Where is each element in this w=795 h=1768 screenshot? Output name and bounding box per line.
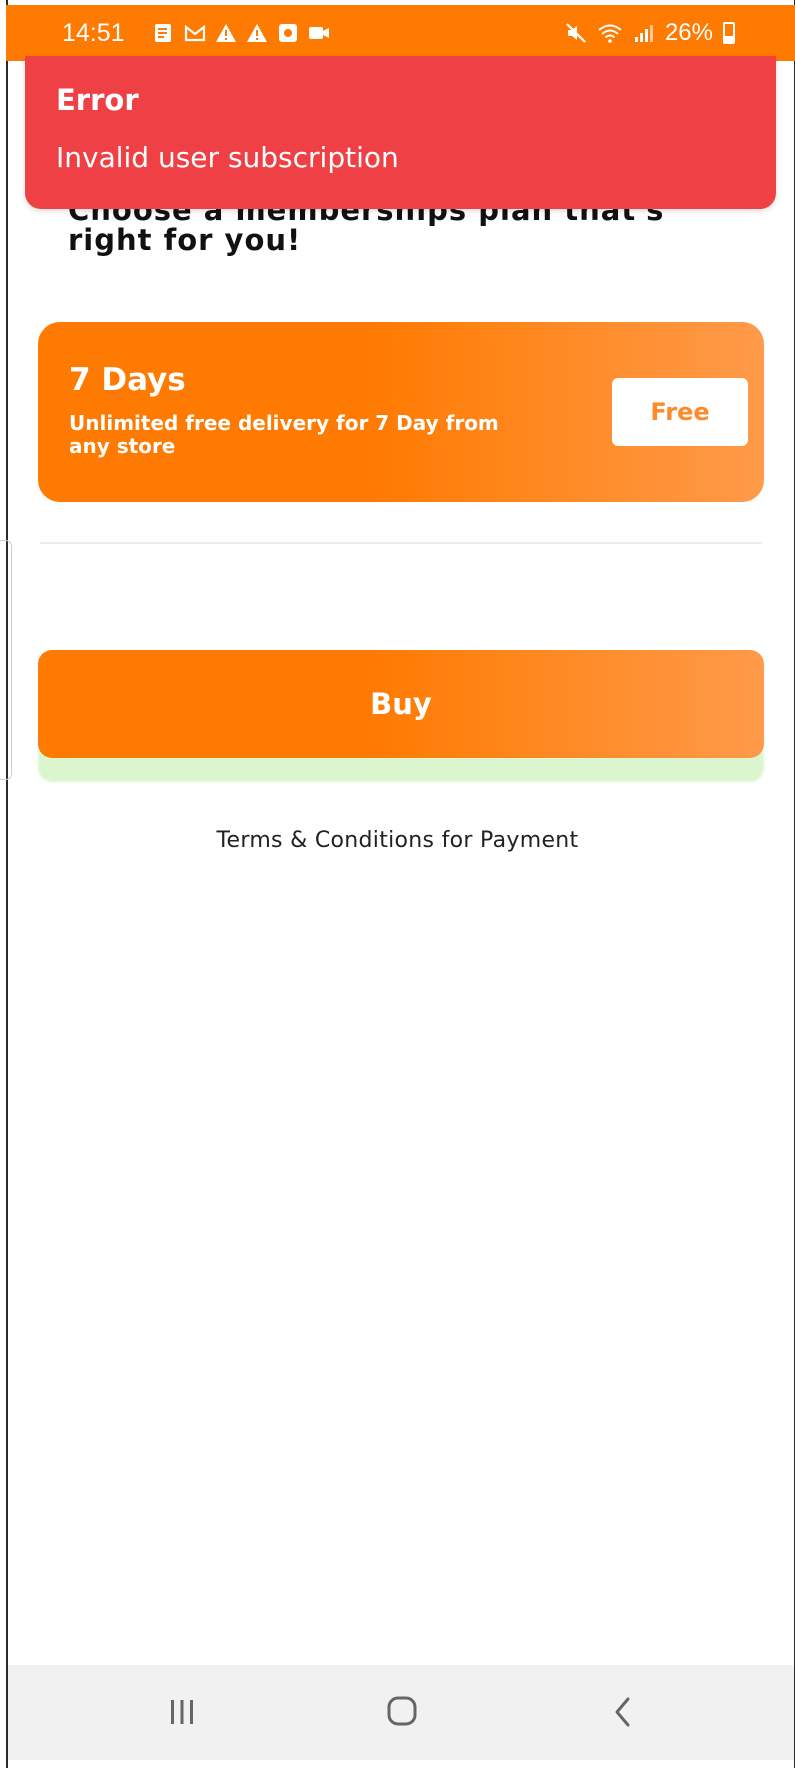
battery-icon [723,22,735,44]
recent-apps-button[interactable] [152,1687,212,1737]
error-message: Invalid user subscription [56,141,399,174]
error-toast[interactable]: Error Invalid user subscription [25,56,776,209]
back-button[interactable] [592,1687,652,1737]
notes-icon [155,24,171,42]
gmail-icon [184,24,206,42]
edge-panel-handle[interactable] [0,540,12,780]
frame-left-edge [6,0,8,1768]
status-notification-icons [153,22,330,44]
home-icon [387,1696,417,1726]
home-button[interactable] [372,1687,432,1737]
screen-record-icon [279,24,297,42]
buy-button[interactable]: Buy [38,650,764,758]
plan-description: Unlimited free delivery for 7 Day from a… [69,411,499,458]
status-system-icons: 26% [565,19,735,47]
recent-apps-icon [171,1700,193,1724]
wifi-icon [598,24,622,43]
error-title: Error [56,83,139,117]
status-bar: 14:51 26% [6,5,795,61]
divider [40,542,762,544]
plan-title: 7 Days [69,362,186,398]
warning-icon [247,24,267,42]
terms-conditions-link[interactable]: Terms & Conditions for Payment [0,826,795,856]
mute-icon [566,23,586,43]
plan-price-button[interactable]: Free [612,378,748,446]
back-icon [615,1697,630,1727]
warning-icon [216,24,236,42]
signal-icon [634,25,653,42]
system-navigation-bar [8,1665,794,1760]
battery-percentage: 26% [664,19,713,46]
plan-card-7-days[interactable]: 7 Days Unlimited free delivery for 7 Day… [38,322,764,502]
video-icon [309,27,329,39]
status-time: 14:51 [62,19,125,47]
